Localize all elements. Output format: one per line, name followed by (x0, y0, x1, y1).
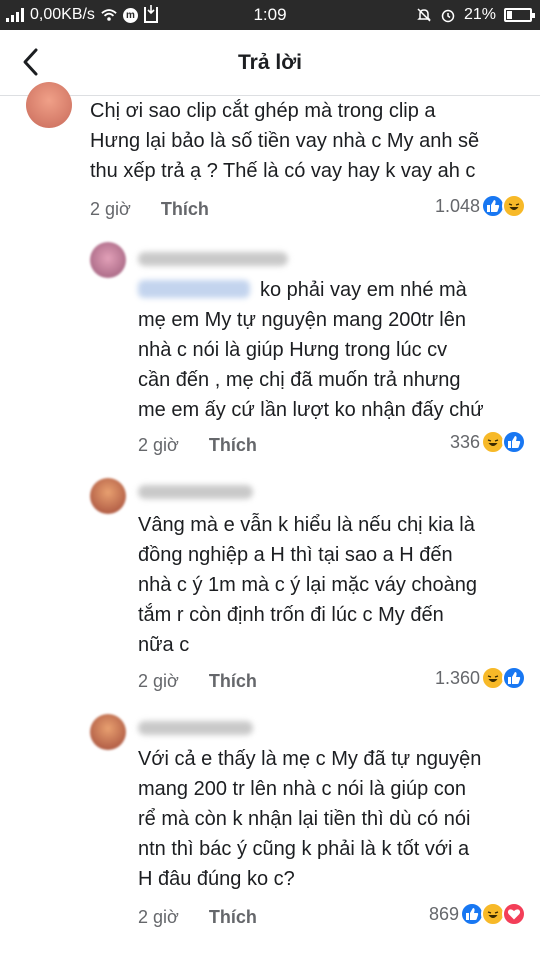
like-button[interactable]: Thích (209, 435, 257, 455)
reaction-summary[interactable]: 869 (429, 902, 526, 926)
author-name-blurred[interactable] (138, 252, 288, 266)
avatar[interactable] (90, 242, 126, 278)
reaction-count: 1.360 (434, 667, 480, 688)
reaction-count: 869 (428, 903, 459, 924)
comment-time: 2 giờ (138, 907, 179, 927)
love-reaction-icon (502, 902, 526, 926)
avatar[interactable] (90, 478, 126, 514)
reaction-count: 336 (449, 431, 480, 452)
comment-time: 2 giờ (138, 671, 179, 691)
haha-reaction-icon (502, 194, 526, 218)
like-reaction-icon (502, 430, 526, 454)
comment-text: Chị ơi sao clip cắt ghép mà trong clip a… (90, 100, 480, 182)
comment-text: Vâng mà e vẫn k hiểu là nếu chị kia là đ… (138, 514, 478, 656)
like-button[interactable]: Thích (161, 199, 209, 219)
reaction-count: 1.048 (434, 195, 480, 216)
comment-meta: 2 giờ Thích (90, 199, 209, 220)
comment-time: 2 giờ (138, 435, 179, 455)
comment-3: Với cả e thấy là mẹ c My đã tự nguyện ma… (0, 706, 540, 960)
like-button[interactable]: Thích (209, 907, 257, 927)
like-button[interactable]: Thích (209, 671, 257, 691)
comment-2: Vâng mà e vẫn k hiểu là nếu chị kia là đ… (0, 470, 540, 706)
author-name-blurred[interactable] (138, 721, 253, 735)
like-reaction-icon (502, 666, 526, 690)
reaction-summary[interactable]: 1.360 (435, 666, 526, 690)
avatar[interactable] (90, 714, 126, 750)
reaction-summary[interactable]: 336 (450, 430, 526, 454)
comment-meta: 2 giờ Thích (138, 907, 257, 928)
reaction-summary[interactable]: 1.048 (435, 194, 526, 218)
comment-meta: 2 giờ Thích (138, 671, 257, 692)
comment-0: Chị ơi sao clip cắt ghép mà trong clip a… (0, 0, 540, 230)
comment-meta: 2 giờ Thích (138, 435, 257, 456)
author-name-blurred[interactable] (138, 485, 253, 499)
avatar[interactable] (26, 82, 72, 128)
comment-1: ko phải vay em nhé mà mẹ em My tự nguyện… (0, 230, 540, 470)
comment-text: ko phải vay em nhé mà mẹ em My tự nguyện… (138, 279, 484, 421)
mention-blurred[interactable] (138, 280, 250, 298)
comment-time: 2 giờ (90, 199, 131, 219)
comment-text: Với cả e thấy là mẹ c My đã tự nguyện ma… (138, 748, 482, 890)
